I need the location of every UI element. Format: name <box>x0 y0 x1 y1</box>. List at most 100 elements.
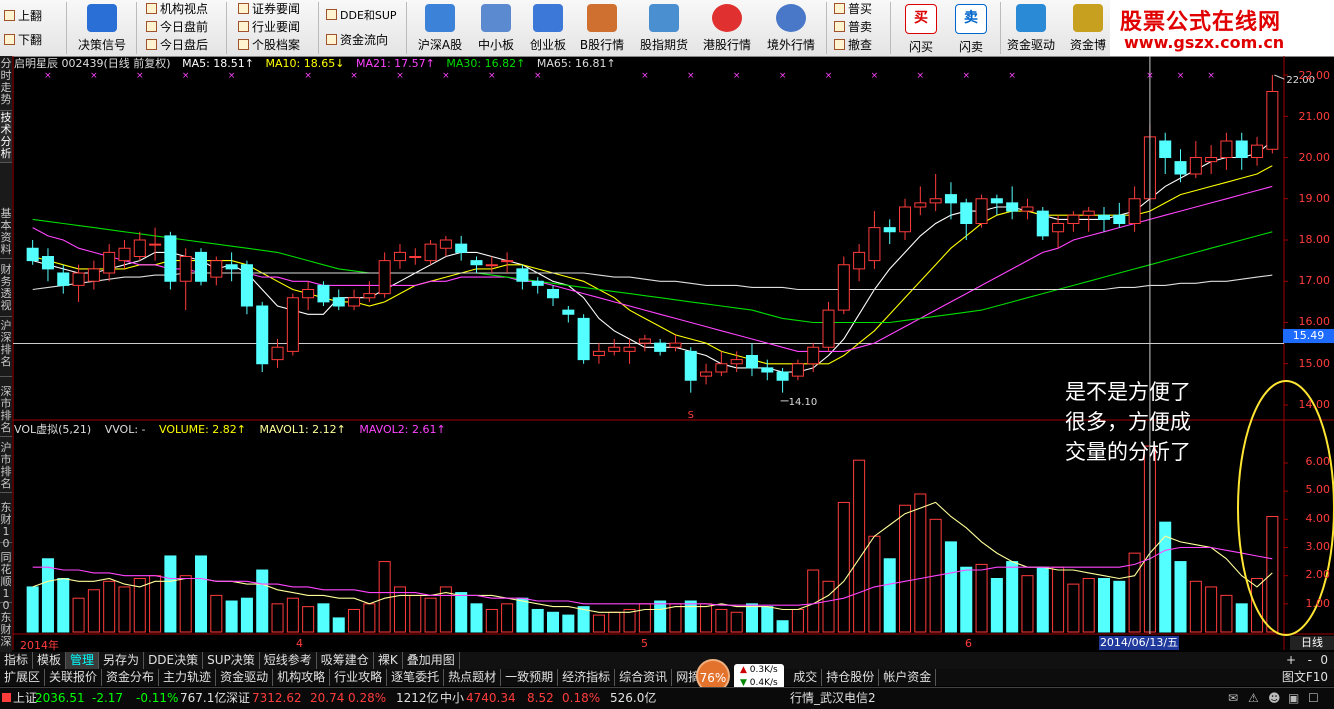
chart-decorations: × × × × × × × × × × × × × × × × × × × × × × × 22.00 14.10 S <box>44 56 1334 636</box>
menu-tab-row: 扩展区 关联报价 资金分布 主力轨迹 资金驱动 机构攻略 行业攻略 逐笔委托 热点题材 一致预期经… <box>0 669 1334 686</box>
tab-main-trace[interactable]: 主力轨迹 <box>159 669 217 686</box>
volume-bar <box>791 608 804 633</box>
ma-line-ma5 <box>32 140 1273 373</box>
candle-body <box>1266 91 1279 150</box>
volume-bar <box>240 597 253 633</box>
volume-bar <box>1067 583 1080 633</box>
tab-account-funds[interactable]: 帐户资金 <box>879 669 937 686</box>
candle-body <box>348 297 361 307</box>
tab-economic[interactable]: 经济指标 <box>558 669 616 686</box>
candle <box>348 289 361 311</box>
current-price-marker: 15.49 <box>1283 329 1334 343</box>
signal-mark: × <box>90 71 98 81</box>
mail-icon[interactable]: ✉ <box>1228 688 1238 709</box>
ma10-value: MA10: 18.65↓ <box>265 57 345 70</box>
tab-fund-drive[interactable]: 资金驱动 <box>216 669 274 686</box>
candle-body <box>531 280 544 286</box>
tab-extension[interactable]: 扩展区 <box>0 669 46 686</box>
up-arrow-icon: ▲ <box>740 665 747 675</box>
tab-accumulation[interactable]: 吸筹建仓 <box>317 652 374 669</box>
candle <box>1021 198 1034 220</box>
f10-button[interactable]: 图文F10 <box>1278 669 1332 686</box>
sz-index-pct: 0.28% <box>348 691 387 705</box>
price-tick: 19.00 <box>1298 192 1331 205</box>
tab-fund-distribution[interactable]: 资金分布 <box>102 669 160 686</box>
vol-indicator-name: VOL虚拟(5,21) <box>14 423 92 436</box>
candle-body <box>439 239 452 249</box>
candle-body <box>1021 206 1034 212</box>
sz-index-label[interactable]: 深证 <box>226 688 250 709</box>
sh-index-change: -2.17 <box>92 691 124 705</box>
month-label: 2014年 <box>20 639 59 652</box>
tab-indicator[interactable]: 指标 <box>0 652 34 669</box>
candle-body <box>424 243 437 262</box>
period-button[interactable]: 日线 <box>1290 636 1334 650</box>
candle <box>531 277 544 294</box>
signal-mark: × <box>396 71 404 81</box>
candle <box>914 186 927 216</box>
tab-naked-k[interactable]: 裸K <box>374 652 403 669</box>
volume-bar <box>883 558 896 633</box>
volume-bar <box>761 606 774 633</box>
candle <box>57 264 70 294</box>
candle-body <box>1036 210 1049 237</box>
tab-template[interactable]: 模板 <box>33 652 67 669</box>
candle <box>853 244 866 282</box>
volume-bar <box>348 608 361 633</box>
volume-bar <box>470 603 483 633</box>
volume-bar <box>317 603 330 633</box>
volume-bar <box>715 608 728 633</box>
candle <box>1174 149 1187 183</box>
volume-bar <box>960 566 973 633</box>
volume-bar <box>1052 566 1065 633</box>
low-price-label: 14.10 <box>789 397 818 408</box>
candle-body <box>776 371 789 381</box>
tab-consensus[interactable]: 一致预期 <box>501 669 559 686</box>
kline-chart[interactable]: × × × × × × × × × × × × × × × × × × × × × × × 22.00 14.10 S <box>0 0 1334 708</box>
up-indicator-icon <box>2 693 11 702</box>
tab-related-quote[interactable]: 关联报价 <box>45 669 103 686</box>
candle-body <box>700 371 713 377</box>
candle-body <box>1174 161 1187 175</box>
signal-mark: × <box>228 71 236 81</box>
ma-lines <box>32 140 1273 373</box>
candle <box>1266 75 1279 154</box>
sh-index-label[interactable]: 上证 <box>2 688 37 709</box>
tab-tick-order[interactable]: 逐笔委托 <box>387 669 445 686</box>
candle <box>1067 211 1080 232</box>
lock-icon[interactable]: ▣ <box>1288 688 1299 709</box>
annotation-line: 很多，方便成 <box>1065 410 1191 434</box>
chat-icon[interactable]: ☐ <box>1308 688 1319 709</box>
zoom-reset-button[interactable]: 0 <box>1316 652 1332 669</box>
sh-index-pct: -0.11% <box>136 691 179 705</box>
candle-body <box>332 297 345 307</box>
tab-sup-decision[interactable]: SUP决策 <box>203 652 260 669</box>
tab-overlay[interactable]: 叠加用图 <box>403 652 460 669</box>
candle-body <box>516 268 529 282</box>
warning-icon[interactable]: ⚠ <box>1248 688 1259 709</box>
volume-bar <box>853 459 866 633</box>
zoom-in-button[interactable]: + <box>1282 652 1300 669</box>
candle-body <box>853 251 866 270</box>
tab-save-as[interactable]: 另存为 <box>99 652 145 669</box>
tab-short-ref[interactable]: 短线参考 <box>260 652 317 669</box>
zx-index-change: 8.52 <box>527 691 554 705</box>
candle-body <box>669 342 682 348</box>
tab-holdings[interactable]: 持仓股份 <box>822 669 880 686</box>
tab-manage[interactable]: 管理 <box>66 652 100 669</box>
tab-industry-strategy[interactable]: 行业攻略 <box>330 669 388 686</box>
candle <box>562 306 575 323</box>
tab-hot-topic[interactable]: 热点题材 <box>444 669 502 686</box>
candle <box>240 260 253 315</box>
tab-inst-strategy[interactable]: 机构攻略 <box>273 669 331 686</box>
user-icon[interactable]: ☻ <box>1268 688 1281 709</box>
zx-index-label[interactable]: 中小 <box>440 688 464 709</box>
candle <box>118 240 131 269</box>
candle-body <box>914 202 927 208</box>
candle-body <box>210 260 223 278</box>
zoom-out-button[interactable]: - <box>1304 652 1316 669</box>
month-label: 4 <box>296 637 303 650</box>
tab-news[interactable]: 综合资讯 <box>615 669 673 686</box>
tab-dde-decision[interactable]: DDE决策 <box>144 652 204 669</box>
candle-body <box>975 198 988 224</box>
